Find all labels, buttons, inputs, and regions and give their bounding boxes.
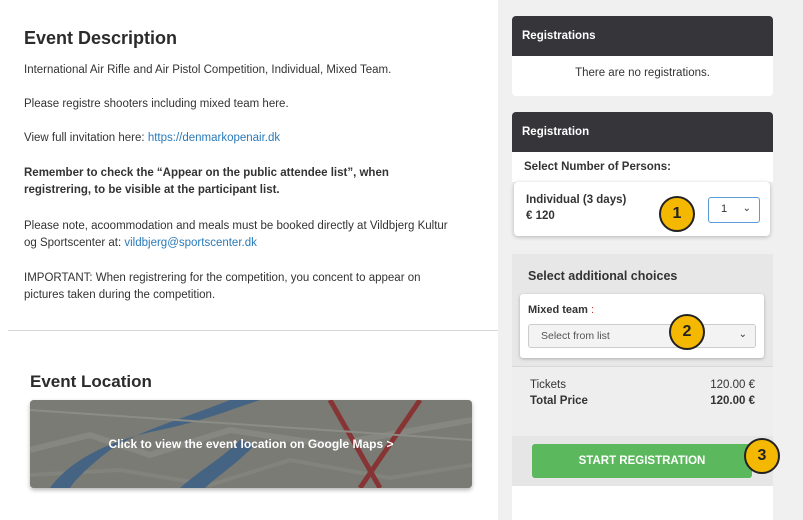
mixed-team-placeholder: Select from list xyxy=(541,330,610,342)
accommodation-email-link[interactable]: vildbjerg@sportscenter.dk xyxy=(124,237,257,249)
remember-note: Remember to check the “Appear on the pub… xyxy=(24,165,474,199)
total-label: Total Price xyxy=(530,395,588,407)
accommodation-note: Please note, acoommodation and meals mus… xyxy=(24,218,474,252)
registrations-empty-text: There are no registrations. xyxy=(512,56,773,96)
important-note: IMPORTANT: When registrering for the com… xyxy=(24,270,474,304)
mixed-team-card: Mixed team : Select from list ⌄ xyxy=(520,294,764,358)
event-description-title: Event Description xyxy=(24,28,178,48)
mixed-team-colon: : xyxy=(590,304,595,316)
tickets-value: 120.00 € xyxy=(710,379,755,391)
remember-line-2: registrering, to be visible at the parti… xyxy=(24,184,280,196)
totals-panel: Tickets 120.00 € Total Price 120.00 € xyxy=(512,366,773,436)
sidebar-bottom xyxy=(512,486,773,520)
ticket-name: Individual (3 days) xyxy=(526,194,627,206)
registration-header: Registration xyxy=(512,112,773,152)
invitation-link[interactable]: https://denmarkopenair.dk xyxy=(148,132,280,144)
marker-1: 1 xyxy=(659,196,695,232)
map-preview[interactable]: Click to view the event location on Goog… xyxy=(30,400,472,488)
mixed-team-select[interactable]: Select from list ⌄ xyxy=(528,324,756,348)
accommodation-line-2: og Sportscenter at: xyxy=(24,237,125,249)
total-value: 120.00 € xyxy=(710,395,755,407)
mixed-team-label: Mixed team : xyxy=(528,304,594,316)
select-persons-label: Select Number of Persons: xyxy=(512,152,773,182)
section-divider xyxy=(8,330,498,331)
mixed-team-label-text: Mixed team xyxy=(528,304,588,316)
important-line-2: pictures taken during the competition. xyxy=(24,289,216,301)
accommodation-line-1: Please note, acoommodation and meals mus… xyxy=(24,220,448,232)
invitation-prefix: View full invitation here: xyxy=(24,132,148,144)
map-cta-text[interactable]: Click to view the event location on Goog… xyxy=(30,400,472,488)
event-content: Event Description International Air Rifl… xyxy=(0,0,498,520)
registrations-header: Registrations xyxy=(512,16,773,56)
description-line-2: Please registre shooters including mixed… xyxy=(24,98,289,110)
tickets-label: Tickets xyxy=(530,379,566,391)
quantity-value: 1 xyxy=(721,203,728,215)
additional-choices-title: Select additional choices xyxy=(528,269,678,283)
remember-line-1: Remember to check the “Appear on the pub… xyxy=(24,167,389,179)
chevron-down-icon: ⌄ xyxy=(742,203,751,214)
event-location-title: Event Location xyxy=(30,372,152,391)
total-row: Total Price 120.00 € xyxy=(530,395,755,407)
quantity-select[interactable]: 1 ⌄ xyxy=(708,197,760,223)
important-line-1: IMPORTANT: When registrering for the com… xyxy=(24,272,421,284)
marker-2: 2 xyxy=(669,314,705,350)
chevron-down-icon: ⌄ xyxy=(738,329,747,340)
start-registration-button[interactable]: START REGISTRATION xyxy=(532,444,752,478)
ticket-card: Individual (3 days) € 120 1 ⌄ xyxy=(514,182,770,236)
marker-3: 3 xyxy=(744,438,780,474)
additional-choices: Select additional choices Mixed team : S… xyxy=(512,254,773,366)
tickets-row: Tickets 120.00 € xyxy=(530,379,755,391)
cta-area: START REGISTRATION xyxy=(512,436,773,486)
invitation-line: View full invitation here: https://denma… xyxy=(24,130,474,147)
description-line-1: International Air Rifle and Air Pistol C… xyxy=(24,64,392,76)
ticket-price: € 120 xyxy=(526,210,555,222)
